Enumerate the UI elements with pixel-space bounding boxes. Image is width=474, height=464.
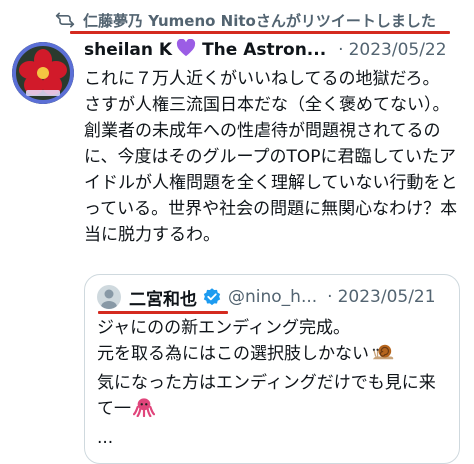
quoted-tweet-text: ジャにのの新エンディング完成。 元を取る為にはこの選択肢しかない 気になった方は…	[97, 315, 447, 451]
tweet-date[interactable]: 2023/05/22	[349, 40, 447, 60]
quoted-line-1: ジャにのの新エンディング完成。	[97, 318, 350, 338]
tweet-paragraph-2: さすが人権三流国日本だな（全く褒めてない）。	[84, 95, 450, 115]
tweet-paragraph-1: これに７万人近くがいいねしてるの地獄だろ。	[84, 69, 440, 89]
default-avatar-icon[interactable]	[97, 285, 121, 309]
quoted-line-4: ...	[97, 428, 114, 448]
tweet-header: sheilan K The Astron... · 2023/05/22	[84, 38, 468, 62]
quoted-author-handle[interactable]: @nino_h...	[228, 287, 317, 307]
separator-dot: ·	[327, 287, 333, 307]
retweet-text: 仁藤夢乃 Yumeno Nitoさんがリツイートしました	[83, 11, 436, 30]
author-name[interactable]: sheilan K	[84, 40, 172, 60]
tweet-paragraph-3: 創業者の未成年への性虐待が問題視されてるのに、今度はそのグループのTOPに君臨し…	[84, 121, 458, 245]
retweet-context[interactable]: 仁藤夢乃 Yumeno Nitoさんがリツイートしました	[55, 8, 436, 32]
quoted-line-3: 気になった方はエンディングだけでも見に来て一	[97, 370, 447, 425]
separator-dot: ·	[338, 40, 344, 60]
verified-badge-icon	[202, 287, 222, 307]
quoted-line-2-text: 元を取る為にはこの選択肢しかない	[97, 344, 369, 364]
purple-heart-icon	[176, 38, 196, 62]
quoted-line-2: 元を取る為にはこの選択肢しかない	[97, 341, 447, 370]
annotation-underline-retweet	[70, 31, 450, 34]
author-name-continued[interactable]: The Astron...	[202, 40, 326, 60]
retweet-icon	[55, 11, 75, 29]
quoted-tweet-date[interactable]: 2023/05/21	[338, 287, 436, 307]
avatar[interactable]	[12, 42, 74, 104]
quoted-author-name[interactable]: 二宮和也	[129, 285, 197, 310]
tweet-text: これに７万人近くがいいねしてるの地獄だろ。 さすが人権三流国日本だな（全く褒めて…	[84, 66, 468, 248]
octopus-icon	[132, 397, 156, 425]
annotation-underline-quoted-name	[98, 311, 228, 314]
quoted-tweet-header: 二宮和也 @nino_h... · 2023/05/21	[97, 284, 447, 310]
snail-icon	[371, 342, 395, 370]
quoted-tweet[interactable]: 二宮和也 @nino_h... · 2023/05/21 ジャにのの新エンディン…	[84, 274, 460, 464]
